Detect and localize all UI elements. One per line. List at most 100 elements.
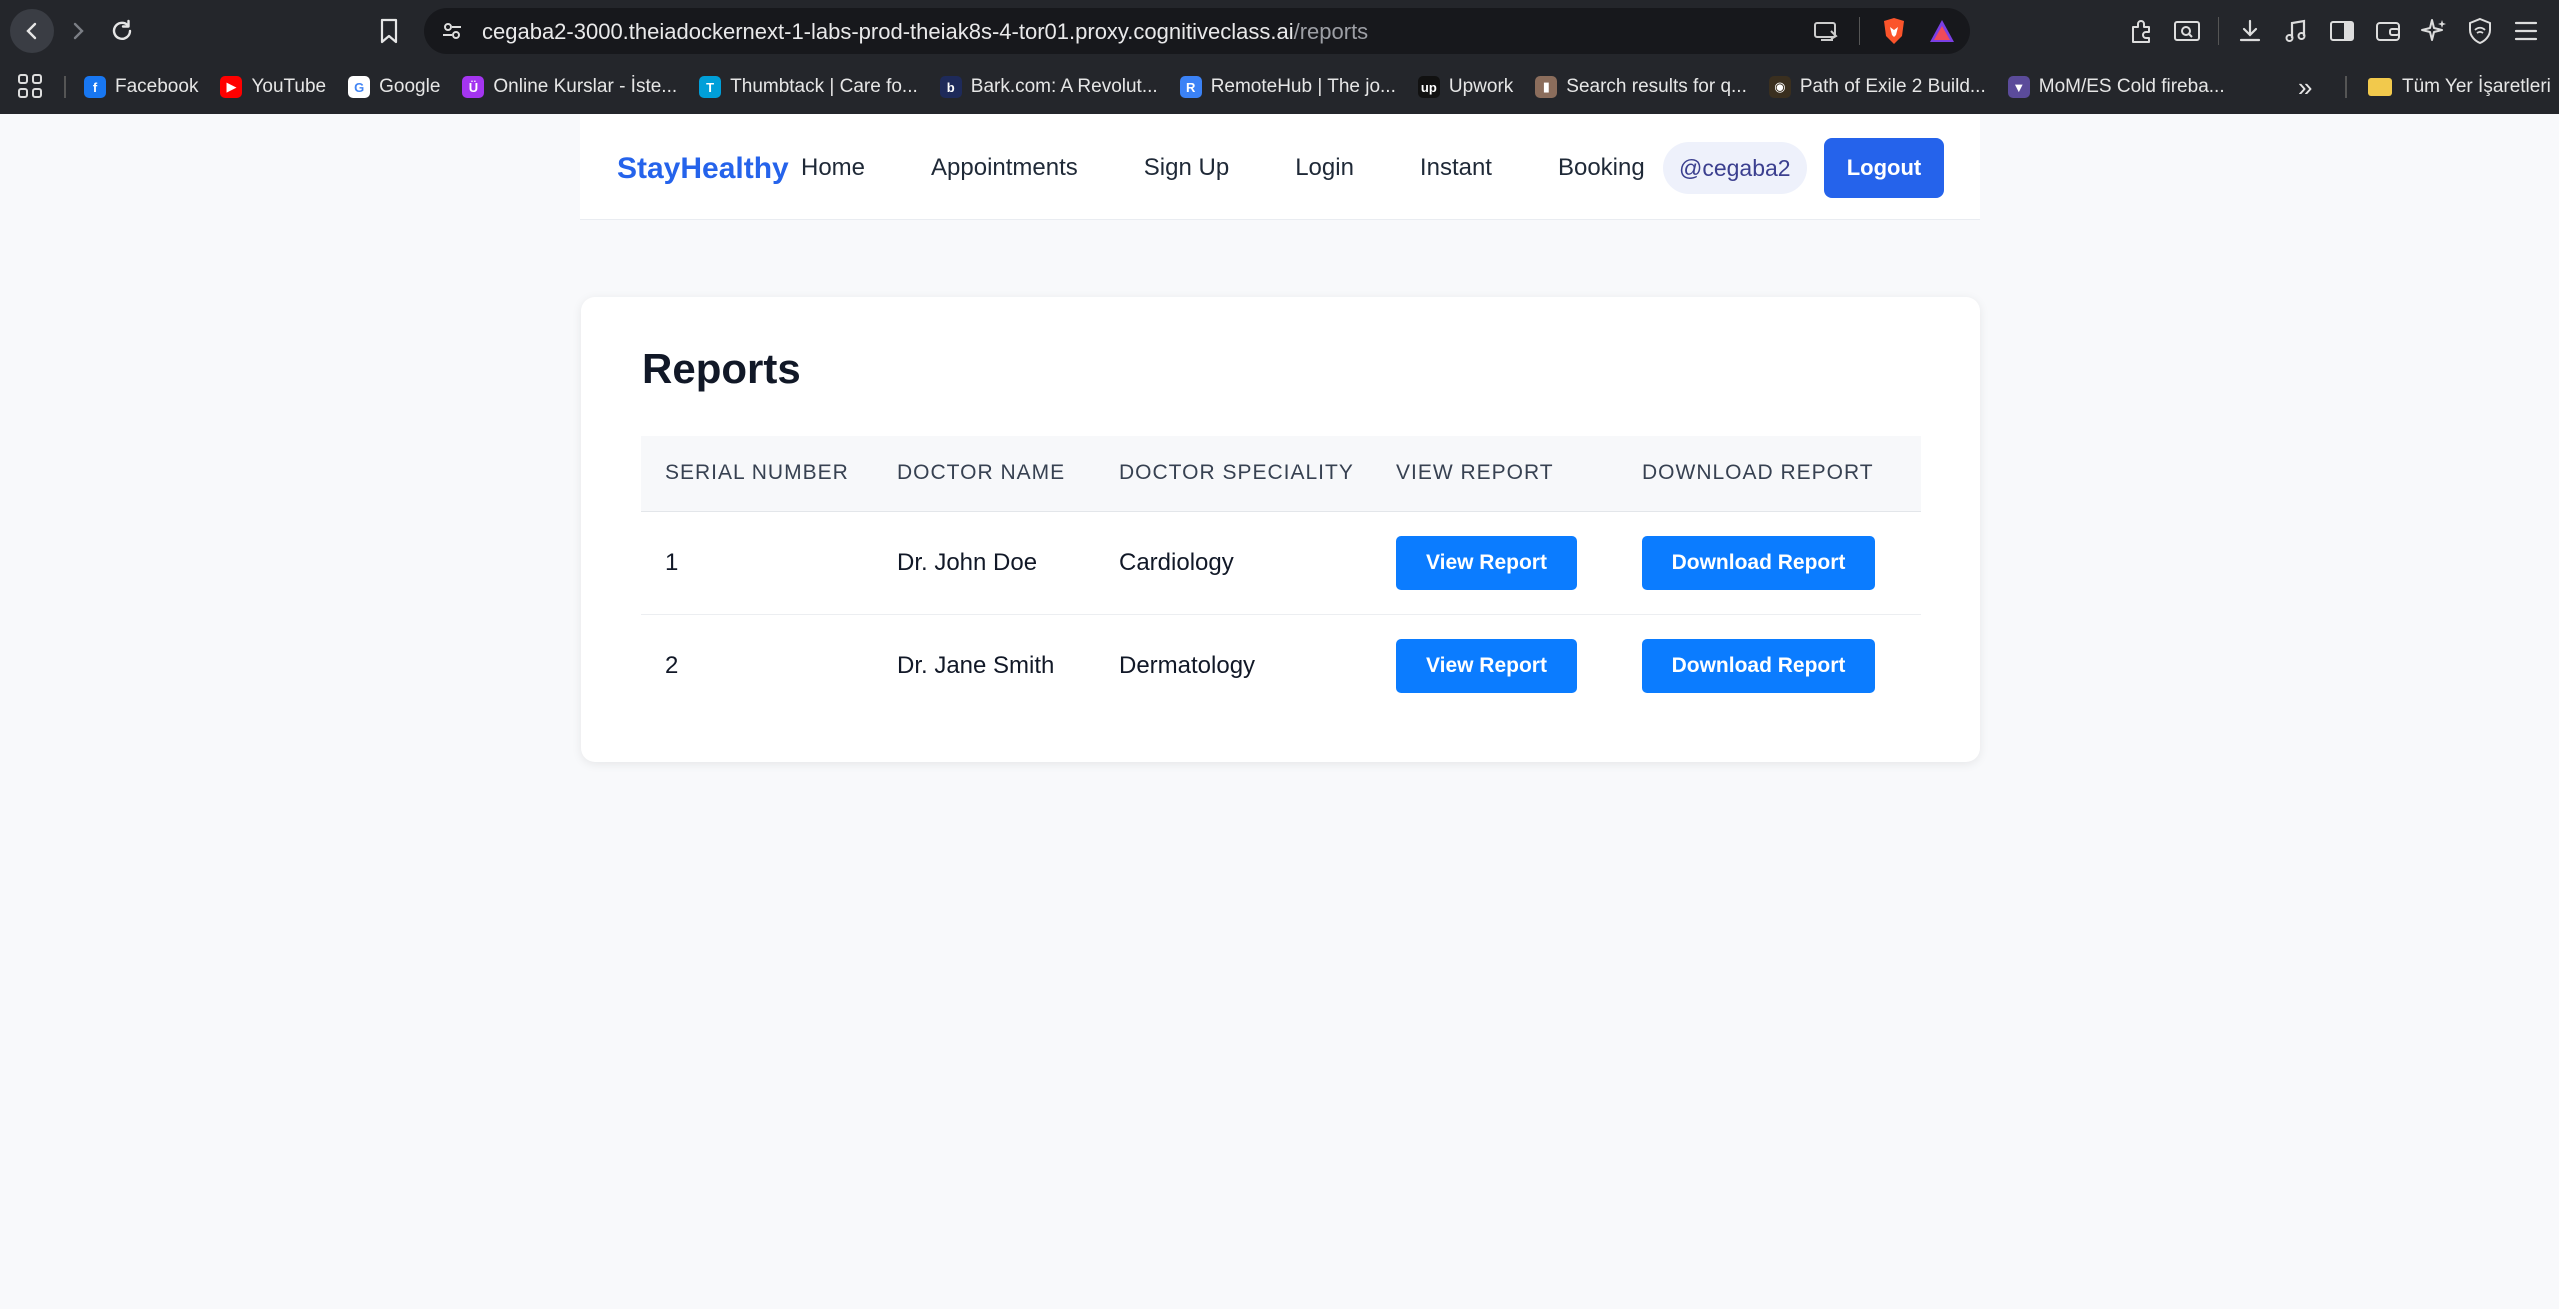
download-icon[interactable] (2235, 16, 2265, 46)
bookmark-label: YouTube (251, 76, 327, 97)
browser-chrome: cegaba2-3000.theiadockernext-1-labs-prod… (0, 0, 2559, 114)
view-report-cell: View Report (1372, 614, 1618, 717)
nav-booking[interactable]: Booking (1558, 154, 1645, 182)
download-report-button[interactable]: Download Report (1642, 535, 1875, 590)
url-text: cegaba2-3000.theiadockernext-1-labs-prod… (482, 19, 1368, 45)
serial-cell: 2 (665, 651, 679, 679)
page-title: Reports (642, 345, 801, 392)
site-settings-icon[interactable] (438, 17, 466, 45)
bookmark-item[interactable]: Ü Online Kurslar - İste... (462, 76, 677, 98)
table-row: 2 Dr. Jane Smith Dermatology View Report… (641, 614, 1921, 717)
all-bookmarks-label: Tüm Yer İşaretleri (2402, 76, 2551, 97)
nav-home[interactable]: Home (801, 154, 865, 182)
table-row: 1 Dr. John Doe Cardiology View Report Do… (641, 511, 1921, 615)
speciality-cell: Cardiology (1095, 511, 1372, 615)
bookmark-label: RemoteHub | The jo... (1210, 76, 1396, 97)
bookmark-item[interactable]: ▼ MoM/ES Cold fireba... (2007, 76, 2225, 98)
bookmark-label: Path of Exile 2 Build... (1799, 76, 1986, 97)
tab-search-icon[interactable] (2172, 16, 2202, 46)
browser-actions (2126, 12, 2541, 50)
folder-icon (2368, 78, 2392, 96)
apps-grid-icon[interactable] (14, 70, 46, 102)
vpn-icon[interactable] (2465, 16, 2495, 46)
bookmark-label: MoM/ES Cold fireba... (2038, 76, 2225, 97)
brave-shields-icon[interactable] (1880, 16, 1908, 46)
address-bar[interactable]: cegaba2-3000.theiadockernext-1-labs-prod… (424, 8, 1970, 54)
bookmark-item[interactable]: ◉ Path of Exile 2 Build... (1768, 76, 1986, 98)
col-serial-number: Serial Number (641, 436, 873, 512)
view-report-cell: View Report (1372, 511, 1618, 615)
reload-button[interactable] (100, 9, 144, 53)
back-button[interactable] (10, 9, 54, 53)
facebook-icon: f (84, 76, 106, 98)
mom-icon: ▼ (2007, 76, 2030, 98)
download-report-cell: Download Report (1618, 511, 1921, 615)
bookmark-label: Bark.com: A Revolut... (970, 76, 1158, 97)
view-report-button[interactable]: View Report (1396, 638, 1577, 693)
nav-login[interactable]: Login (1295, 154, 1354, 182)
extensions-icon[interactable] (2126, 16, 2156, 46)
nav-appointments[interactable]: Appointments (931, 154, 1078, 182)
sidebar-icon[interactable] (2327, 16, 2357, 46)
site-navbar: StayHealthy Home Appointments Sign Up Lo… (580, 114, 1980, 220)
forward-button[interactable] (56, 9, 100, 53)
poe-icon: ◉ (1768, 76, 1791, 98)
url-path: /reports (1293, 19, 1369, 44)
reports-card: Reports Serial Number Doctor Name Doctor… (581, 297, 1980, 762)
chevron-right-icon (73, 22, 84, 40)
reload-icon (112, 19, 132, 40)
nav-instant[interactable]: Instant (1420, 154, 1492, 182)
udemy-icon: Ü (462, 76, 485, 98)
download-report-cell: Download Report (1618, 614, 1921, 717)
bookmark-label: Search results for q... (1566, 76, 1747, 97)
serial-cell: 1 (641, 511, 873, 615)
bookmark-item[interactable]: ▮ Search results for q... (1535, 76, 1747, 98)
wallet-icon[interactable] (2373, 16, 2403, 46)
bookmark-item[interactable]: b Bark.com: A Revolut... (939, 76, 1158, 98)
bookmark-item[interactable]: T Thumbtack | Care fo... (699, 76, 918, 98)
logout-button[interactable]: Logout (1824, 138, 1944, 198)
bookmark-label: Google (379, 76, 441, 97)
bookmark-item[interactable]: ▶ YouTube (220, 76, 326, 98)
browser-toolbar: cegaba2-3000.theiadockernext-1-labs-prod… (0, 0, 2559, 62)
all-bookmarks-folder[interactable]: Tüm Yer İşaretleri (2368, 68, 2551, 106)
menu-icon[interactable] (2511, 16, 2541, 46)
bookmark-label: Online Kurslar - İste... (493, 76, 678, 97)
bark-icon: b (939, 76, 962, 98)
address-bar-actions (1813, 15, 1956, 47)
media-icon[interactable] (2281, 16, 2311, 46)
brave-rewards-icon[interactable] (1928, 18, 1956, 44)
username-badge[interactable]: @cegaba2 (1663, 142, 1807, 194)
bookmark-item[interactable]: R RemoteHub | The jo... (1179, 76, 1396, 98)
doctor-name-cell: Dr. Jane Smith (897, 651, 1055, 679)
bookmark-item[interactable]: f Facebook (84, 76, 198, 98)
bookmark-item[interactable]: G Google (348, 76, 440, 98)
bookmarks-divider (64, 76, 66, 98)
table-header-row: Serial Number Doctor Name Doctor Special… (641, 436, 1921, 512)
speciality-cell: Dermatology (1119, 651, 1256, 679)
brand-logo[interactable]: StayHealthy (617, 152, 789, 186)
view-report-button[interactable]: View Report (1396, 535, 1577, 590)
bookmark-page-button[interactable] (372, 14, 406, 48)
bookmark-label: Upwork (1448, 76, 1514, 97)
nav-sign-up[interactable]: Sign Up (1144, 154, 1229, 182)
cast-icon[interactable] (1813, 20, 1839, 42)
col-download-report: Download Report (1618, 436, 1921, 512)
bookmark-label: Facebook (115, 76, 199, 97)
bookmark-item[interactable]: up Upwork (1417, 76, 1514, 98)
toolbar-separator (2218, 17, 2219, 45)
leo-ai-icon[interactable] (2419, 16, 2449, 46)
remotehub-icon: R (1179, 76, 1202, 98)
more-bookmarks-button[interactable]: » (2298, 72, 2312, 103)
bookmark-icon (380, 18, 398, 44)
google-icon: G (348, 76, 371, 98)
bookmark-label: Thumbtack | Care fo... (730, 76, 918, 97)
reports-table: Serial Number Doctor Name Doctor Special… (641, 436, 1921, 717)
main-nav: Home Appointments Sign Up Login Instant … (801, 154, 1645, 182)
bookmarks-divider-right (2345, 76, 2347, 98)
col-doctor-speciality: Doctor Speciality (1095, 436, 1372, 512)
doctor-name-cell: Dr. John Doe (873, 511, 1095, 615)
bookmarks-bar: f Facebook ▶ YouTube G Google Ü Online Kurslar … (0, 66, 2559, 110)
download-report-button[interactable]: Download Report (1642, 638, 1875, 693)
upwork-icon: up (1417, 76, 1440, 98)
